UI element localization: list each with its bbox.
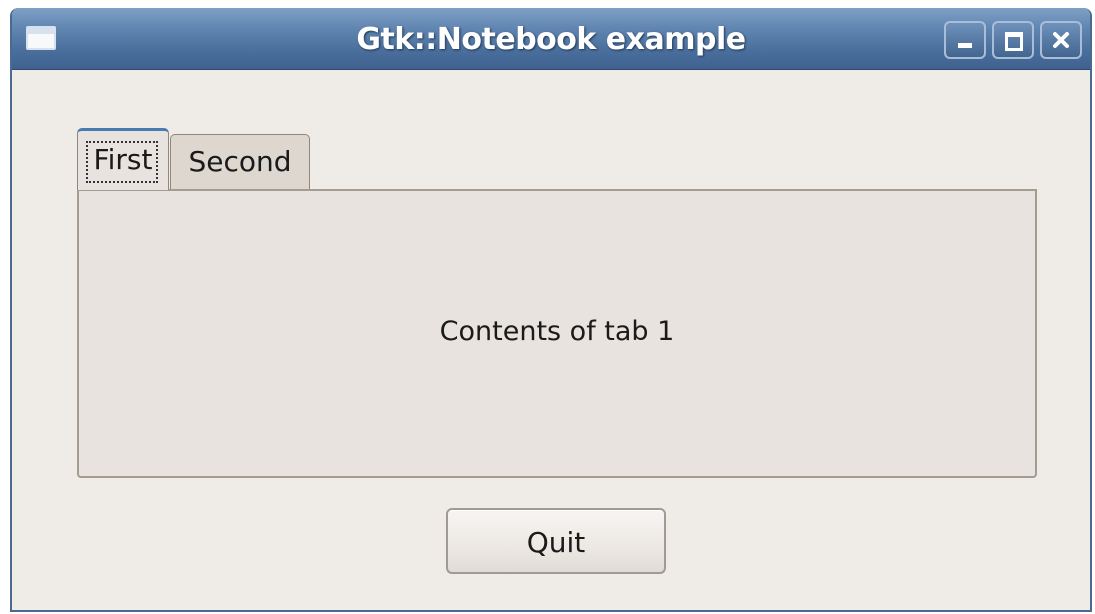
tab-first-label: First [93, 143, 153, 176]
app-window: Gtk::Notebook example First Second Conte… [10, 8, 1092, 612]
tab-first[interactable]: First [77, 128, 169, 190]
quit-button-label: Quit [526, 526, 586, 559]
tab-second-label: Second [188, 145, 292, 178]
tab-second[interactable]: Second [170, 134, 310, 190]
window-title: Gtk::Notebook example [356, 22, 746, 57]
close-button[interactable] [1040, 21, 1082, 59]
page-content-label: Contents of tab 1 [439, 316, 675, 347]
title-bar[interactable]: Gtk::Notebook example [12, 8, 1090, 70]
quit-button[interactable]: Quit [446, 508, 666, 574]
notebook-page: Contents of tab 1 [77, 189, 1037, 478]
maximize-button[interactable] [992, 21, 1034, 59]
minimize-button[interactable] [944, 21, 986, 59]
notebook: First Second Contents of tab 1 [77, 128, 1037, 478]
window-content: First Second Contents of tab 1 Quit [12, 70, 1090, 610]
close-icon [1053, 32, 1069, 48]
